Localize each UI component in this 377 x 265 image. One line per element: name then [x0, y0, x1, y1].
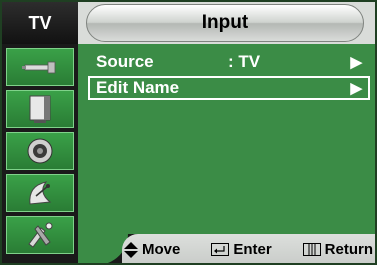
enter-icon [211, 243, 230, 256]
screen-icon [29, 95, 51, 123]
enter-hint: Enter [211, 241, 272, 258]
return-hint: Return [302, 241, 373, 258]
sidebar-item-setup[interactable] [6, 216, 74, 254]
move-label: Move [142, 241, 181, 258]
osd-frame: TV Input Source: TV ▶ Edit Name ▶ Move … [0, 0, 377, 265]
tv-tab[interactable]: TV [2, 2, 78, 44]
footer-hints: Move Enter Return [124, 234, 373, 263]
speaker-icon [27, 138, 53, 164]
menu-row-value: : TV [228, 52, 261, 71]
enter-label: Enter [233, 241, 272, 258]
sidebar-item-channel[interactable] [6, 174, 74, 212]
menu-row-edit-name[interactable]: Edit Name ▶ [88, 76, 370, 100]
sidebar-item-sound[interactable] [6, 132, 74, 170]
menu-panel: Source : TV ▶ Edit Name ▶ [78, 44, 375, 234]
return-label: Return [324, 241, 373, 258]
page-title: Input [201, 12, 249, 33]
sidebar-item-picture[interactable] [6, 90, 74, 128]
sidebar [2, 44, 78, 263]
arrow-right-icon: ▶ [350, 80, 362, 97]
menu-row-label: Edit Name [96, 78, 180, 97]
return-icon [302, 243, 321, 256]
satellite-dish-icon [29, 181, 52, 205]
up-down-arrow-icon [124, 241, 138, 258]
tv-tab-label: TV [28, 12, 52, 33]
menu-row-source[interactable]: Source : TV ▶ [88, 50, 370, 74]
antenna-icon [22, 61, 56, 74]
move-hint: Move [124, 241, 180, 258]
arrow-right-icon: ▶ [350, 54, 362, 71]
setup-tools-icon [28, 222, 53, 248]
menu-row-label: Source [96, 52, 154, 71]
sidebar-item-input[interactable] [6, 48, 74, 86]
